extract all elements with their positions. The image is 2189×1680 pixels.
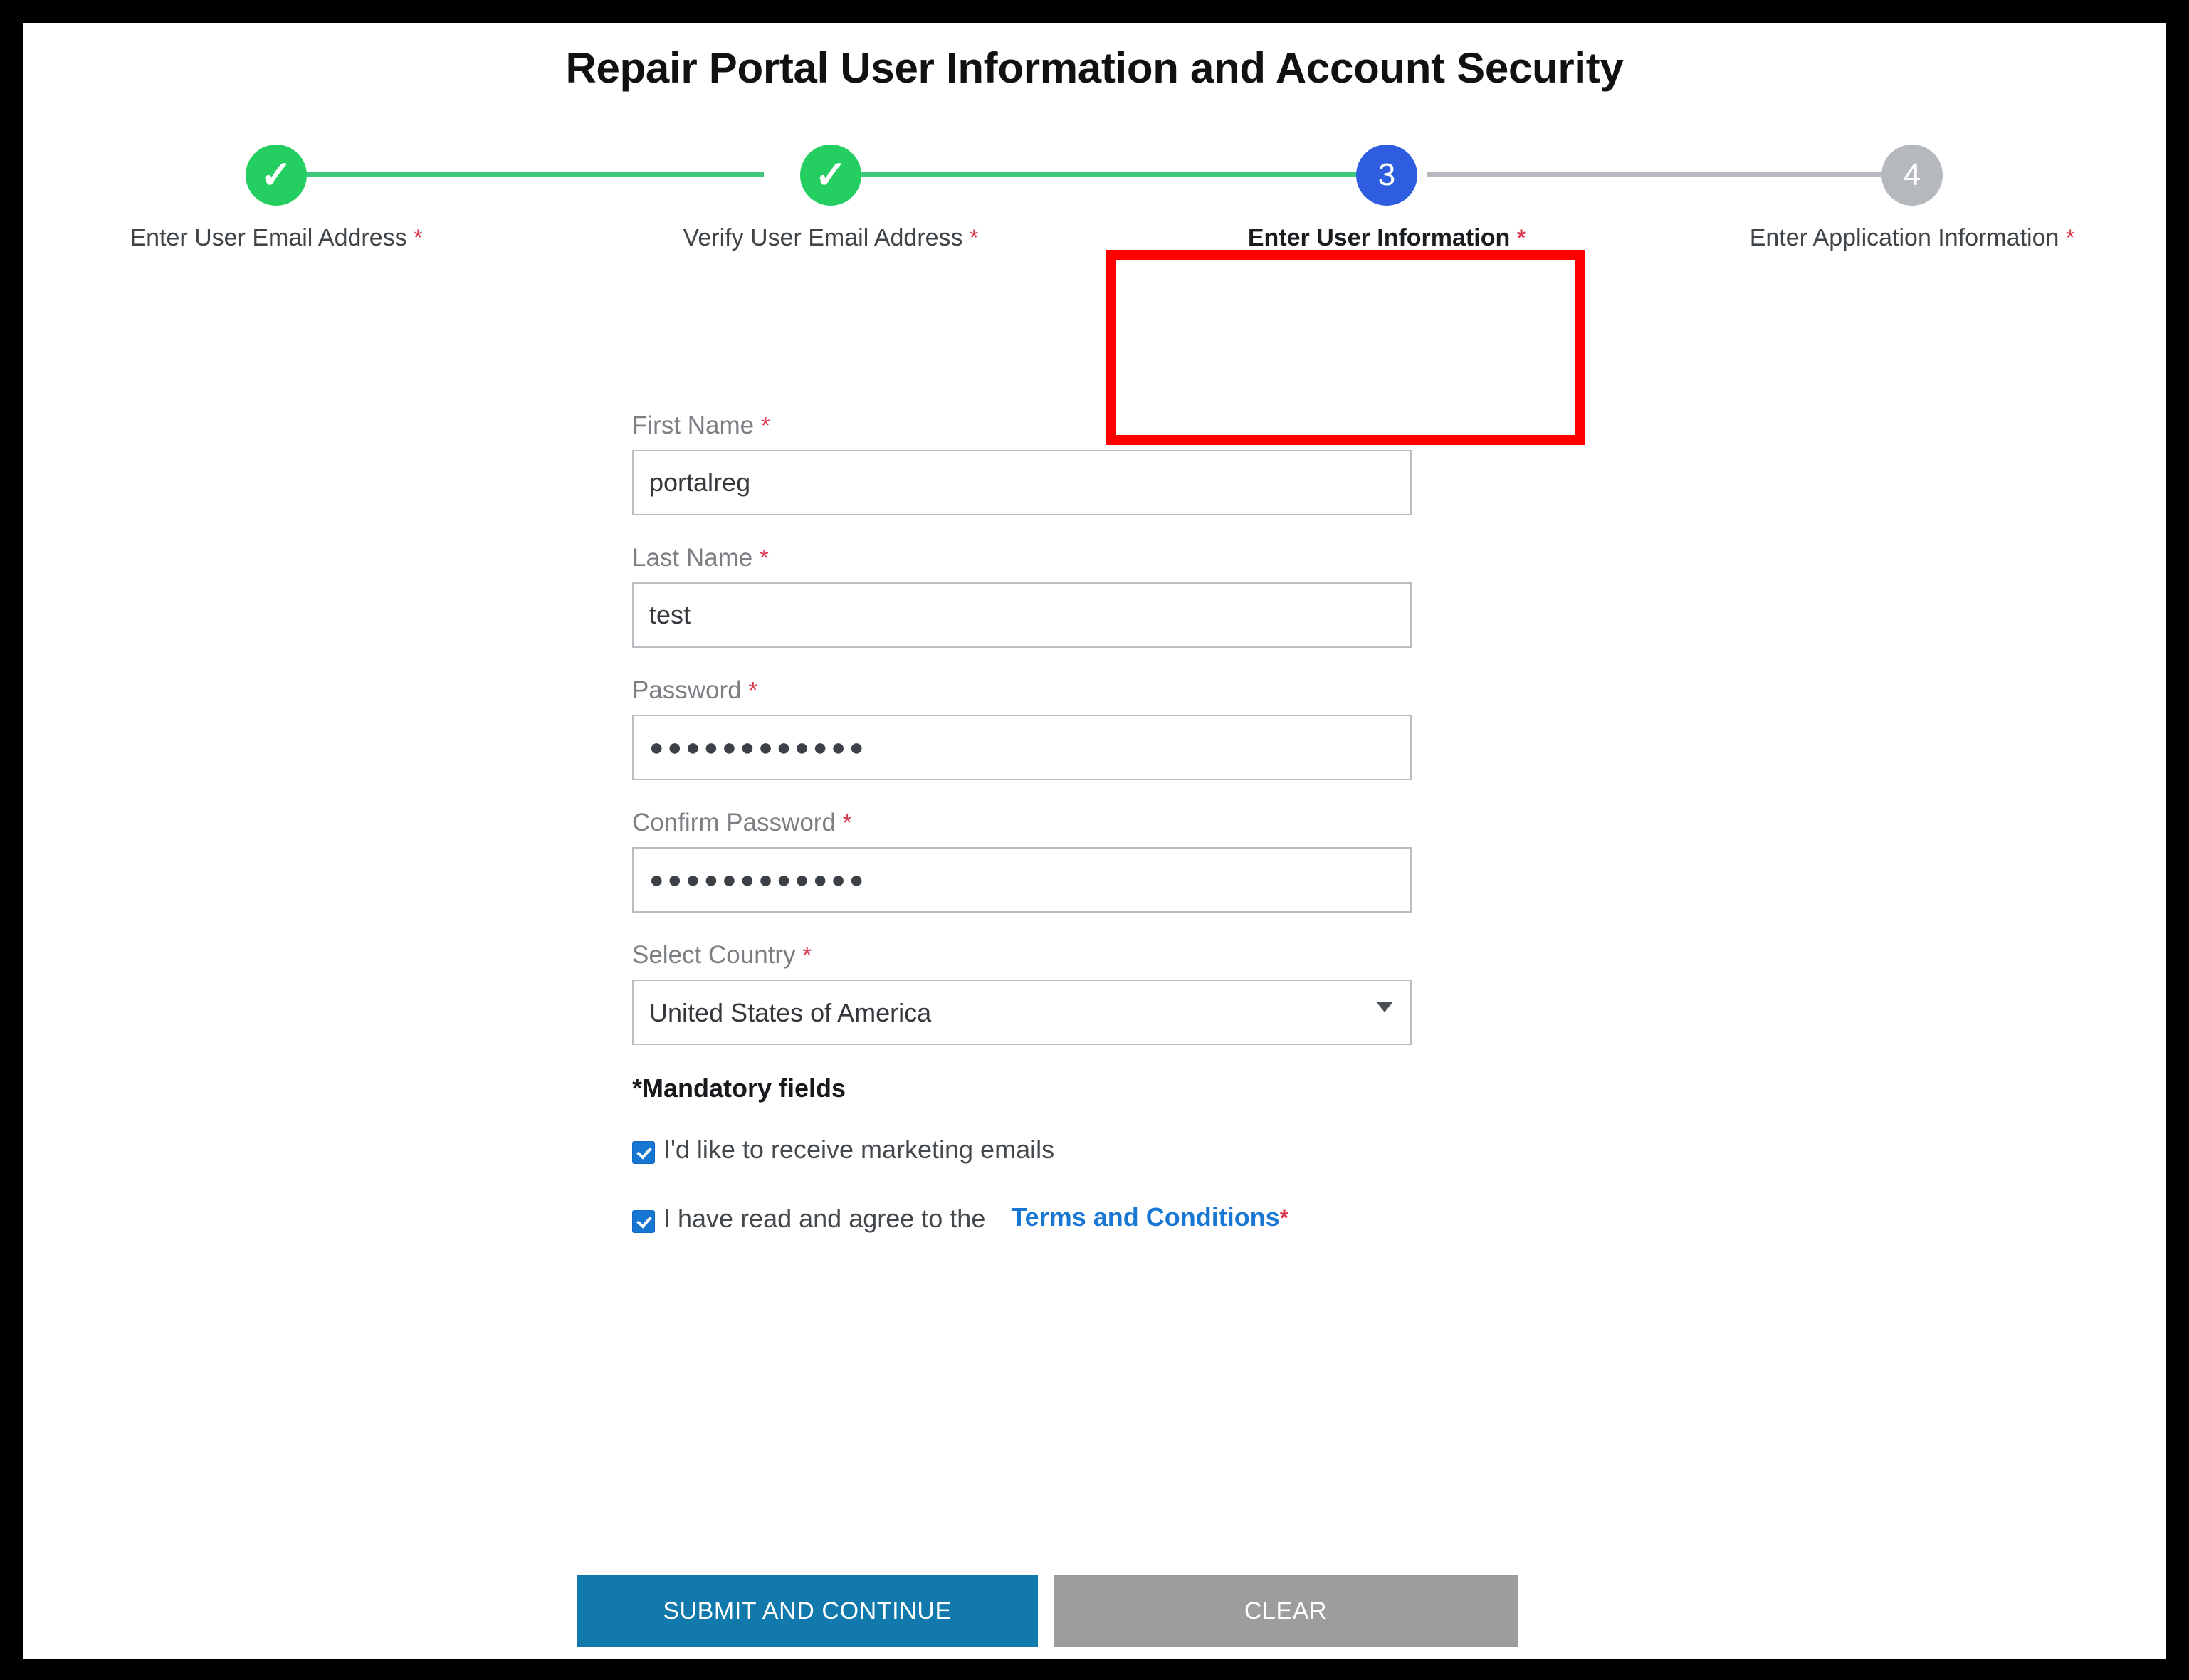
terms-agreement-row[interactable]: I have read and agree to the Terms and C…	[632, 1202, 1415, 1234]
country-field-group: Select Country * United States of Americ…	[632, 941, 1415, 1045]
marketing-emails-label: I'd like to receive marketing emails	[663, 1135, 1055, 1164]
stepper-connector-2-3	[841, 172, 1359, 177]
first-name-input[interactable]	[632, 450, 1412, 515]
confirm-password-input[interactable]	[632, 847, 1412, 913]
terms-required: *	[1279, 1205, 1289, 1231]
step-1-required: *	[414, 225, 423, 251]
password-label-text: Password	[632, 676, 742, 704]
first-name-label: First Name *	[632, 411, 1415, 450]
step-number-4: 4	[1881, 145, 1943, 206]
marketing-emails-checkbox[interactable]	[632, 1141, 655, 1164]
confirm-password-label-text: Confirm Password	[632, 809, 836, 836]
progress-stepper: ✓ Enter User Email Address * ✓ Verify Us…	[23, 145, 2166, 445]
confirm-password-label: Confirm Password *	[632, 809, 1415, 847]
step-2-label-text: Verify User Email Address	[683, 224, 963, 251]
first-name-field-group: First Name *	[632, 411, 1415, 515]
step-3-label-text: Enter User Information	[1247, 224, 1511, 251]
step-4-required: *	[2065, 225, 2075, 251]
stepper-step-4-label: Enter Application Information *	[1634, 224, 2166, 252]
password-input[interactable]	[632, 715, 1412, 780]
user-information-form: First Name * Last Name * Password * Conf…	[632, 411, 1415, 1234]
step-1-glyph: ✓	[260, 154, 293, 196]
stepper-step-1-label: Enter User Email Address *	[23, 224, 554, 252]
step-1-label-text: Enter User Email Address	[130, 224, 407, 251]
step-4-glyph: 4	[1903, 157, 1921, 192]
step-3-required: *	[1516, 225, 1526, 251]
mandatory-fields-note: *Mandatory fields	[632, 1073, 846, 1103]
stepper-connector-3-4	[1427, 172, 1897, 177]
confirm-password-required: *	[842, 809, 852, 836]
country-required: *	[802, 942, 812, 968]
password-label: Password *	[632, 676, 1415, 715]
check-icon: ✓	[800, 145, 861, 206]
stepper-step-2-label: Verify User Email Address *	[553, 224, 1108, 252]
stepper-connector-1-2	[280, 172, 764, 177]
password-field-group: Password *	[632, 676, 1415, 780]
last-name-required: *	[759, 545, 769, 571]
password-required: *	[748, 677, 758, 703]
check-icon: ✓	[246, 145, 307, 206]
last-name-label: Last Name *	[632, 544, 1415, 582]
step-3-glyph: 3	[1377, 157, 1396, 192]
terms-agreement-label: I have read and agree to the	[663, 1204, 986, 1233]
page-title: Repair Portal User Information and Accou…	[565, 44, 1624, 92]
first-name-label-text: First Name	[632, 411, 755, 439]
terms-link-text: Terms and Conditions	[1011, 1202, 1280, 1232]
step-4-label-text: Enter Application Information	[1749, 224, 2059, 251]
terms-and-conditions-link[interactable]: Terms and Conditions*	[1011, 1202, 1288, 1232]
first-name-required: *	[760, 412, 770, 439]
country-select-wrapper: United States of America	[632, 980, 1412, 1045]
step-number-3: 3	[1356, 145, 1417, 206]
stepper-step-3-label: Enter User Information *	[1109, 224, 1664, 252]
country-select[interactable]: United States of America	[632, 980, 1412, 1045]
last-name-field-group: Last Name *	[632, 544, 1415, 648]
last-name-label-text: Last Name	[632, 544, 753, 572]
confirm-password-field-group: Confirm Password *	[632, 809, 1415, 913]
step-2-required: *	[970, 225, 979, 251]
step-2-glyph: ✓	[814, 154, 847, 196]
last-name-input[interactable]	[632, 582, 1412, 648]
form-actions: SUBMIT AND CONTINUE CLEAR	[577, 1575, 1518, 1647]
terms-agreement-checkbox[interactable]	[632, 1210, 655, 1233]
clear-button[interactable]: CLEAR	[1054, 1575, 1518, 1647]
page-root: Repair Portal User Information and Accou…	[23, 23, 2166, 1659]
submit-and-continue-button[interactable]: SUBMIT AND CONTINUE	[577, 1575, 1038, 1647]
country-label: Select Country *	[632, 941, 1415, 980]
marketing-emails-row[interactable]: I'd like to receive marketing emails	[632, 1133, 1415, 1165]
country-label-text: Select Country	[632, 941, 796, 969]
